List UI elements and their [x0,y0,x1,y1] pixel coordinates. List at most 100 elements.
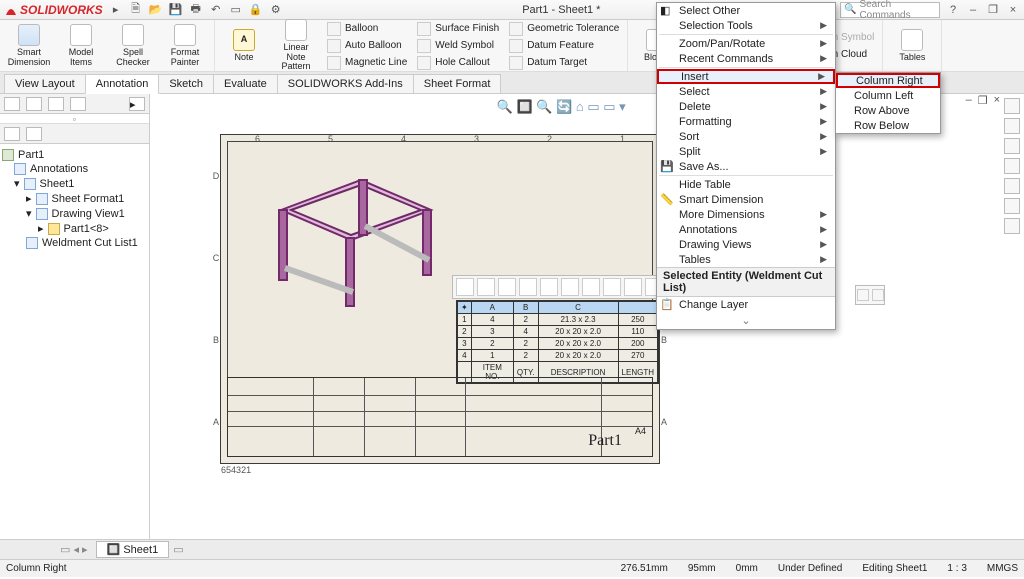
auto-balloon-button[interactable]: Auto Balloon [325,38,409,54]
design-library-icon[interactable] [1004,138,1020,154]
drawing-canvas[interactable]: –❐× 🔍 🔲 🔍 🔄 ⌂ ▭ ▭ ▾ 654321 654321 DCBA D… [150,94,1024,539]
status-d3: 0mm [736,563,758,574]
feature-manager-tabs[interactable]: ▸ [0,94,149,114]
search-commands-input[interactable]: 🔍Search Commands [840,2,940,18]
tab-sheet-format[interactable]: Sheet Format [413,74,502,93]
ctx-zoom-pan-rotate[interactable]: Zoom/Pan/Rotate▶ [657,36,835,51]
ctx-drawing-views[interactable]: Drawing Views▶ [657,237,835,252]
weld-symbol-button[interactable]: Weld Symbol [415,38,501,54]
submenu-row-below[interactable]: Row Below [836,118,940,133]
ctx-sort[interactable]: Sort▶ [657,129,835,144]
format-painter-button[interactable]: Format Painter [162,24,208,67]
close-icon[interactable]: × [1006,3,1020,17]
datum-target-button[interactable]: Datum Target [507,55,621,71]
ctx-change-layer[interactable]: 📋Change Layer [657,297,835,312]
file-explorer-icon[interactable] [1004,158,1020,174]
heads-up-view-toolbar[interactable]: 🔍 🔲 🔍 🔄 ⌂ ▭ ▭ ▾ [497,99,626,115]
datum-feature-button[interactable]: Datum Feature [507,38,621,54]
ctx-annotations[interactable]: Annotations▶ [657,222,835,237]
drawing-view-model[interactable] [241,160,451,340]
custom-props-icon[interactable] [1004,218,1020,234]
tree-sheet-format[interactable]: ▸Sheet Format1 [2,191,147,206]
help-icon[interactable]: ? [946,3,960,17]
new-icon[interactable]: 🗎 [129,3,143,17]
resources-icon[interactable] [1004,118,1020,134]
ctx-recent-commands[interactable]: Recent Commands▶ [657,51,835,66]
inner-window-controls[interactable]: –❐× [966,94,1000,107]
rebuild-icon[interactable]: 🔒 [249,3,263,17]
appearances-icon[interactable] [1004,198,1020,214]
tab-view-layout[interactable]: View Layout [4,74,86,93]
sheet-tab-1[interactable]: 🔲 Sheet1 [96,541,170,558]
note-button[interactable]: ANote [221,29,267,62]
options-icon[interactable]: ⚙ [269,3,283,17]
tables-button[interactable]: Tables [889,29,935,62]
drawing-sheet[interactable]: 654321 654321 DCBA DCBA [220,134,660,464]
tab-addins[interactable]: SOLIDWORKS Add-Ins [277,74,414,93]
tree-sheet1[interactable]: ▾Sheet1 [2,176,147,191]
spell-checker-button[interactable]: Spell Checker [110,24,156,67]
add-sheet-icon[interactable]: ▭ [173,543,183,556]
ctx-hide-table[interactable]: Hide Table [657,177,835,192]
save-icon[interactable]: 💾 [169,3,183,17]
feature-manager-secondary-tabs[interactable] [0,124,149,144]
status-defined: Under Defined [778,563,842,574]
tree-part-ref[interactable]: ▸Part1<8> [2,221,147,236]
balloon-button[interactable]: Balloon [325,21,409,37]
tab-sketch[interactable]: Sketch [158,74,214,93]
tab-evaluate[interactable]: Evaluate [213,74,278,93]
ctx-save-as[interactable]: 💾Save As... [657,159,835,174]
status-scale[interactable]: 1 : 3 [947,563,966,574]
menu-expand-icon[interactable]: ▸ [109,3,123,17]
weldment-cut-list-table[interactable]: ✦ABC 14221.3 x 2.3250 23420 x 20 x 2.011… [456,300,659,384]
ctx-selection-tools[interactable]: Selection Tools▶ [657,18,835,33]
ctx-section-header: Selected Entity (Weldment Cut List) [657,267,835,297]
title-block-partname: Part1 [588,432,622,450]
tab-annotation[interactable]: Annotation [85,74,160,94]
title-block[interactable]: Part1 A4 [227,377,653,457]
minimize-icon[interactable]: – [966,3,980,17]
model-items-button[interactable]: Model Items [58,24,104,67]
ribbon: Smart Dimension Model Items Spell Checke… [0,20,1024,72]
task-pane-tabs[interactable] [1004,98,1022,234]
submenu-column-right[interactable]: Column Right [836,73,940,88]
restore-icon[interactable]: ❐ [986,3,1000,17]
smart-dimension-button[interactable]: Smart Dimension [6,24,52,67]
status-units-button[interactable]: MMGS [987,563,1018,574]
magnetic-line-button[interactable]: Magnetic Line [325,55,409,71]
title-bar: SOLIDWORKS ▸ 🗎 📂 💾 🖶 ↶ ▭ 🔒 ⚙ Part1 - She… [0,0,1024,20]
main-area: ▸ ◦ Part1 Annotations ▾Sheet1 ▸Sheet For… [0,94,1024,539]
surface-finish-button[interactable]: Surface Finish [415,21,501,37]
align-left-icon[interactable] [456,278,474,296]
geometric-tolerance-button[interactable]: Geometric Tolerance [507,21,621,37]
ctx-tables[interactable]: Tables▶ [657,252,835,267]
feature-tree[interactable]: Part1 Annotations ▾Sheet1 ▸Sheet Format1… [0,144,149,539]
ctx-expand-icon[interactable]: ⌄ [657,312,835,329]
tree-weldment-cut-list[interactable]: Weldment Cut List1 [2,236,147,250]
tree-root[interactable]: Part1 [2,148,147,162]
ctx-select-other[interactable]: ◧Select Other [657,3,835,18]
table-side-toolbar[interactable] [855,285,885,305]
ctx-split[interactable]: Split▶ [657,144,835,159]
hole-callout-button[interactable]: Hole Callout [415,55,501,71]
view-palette-icon[interactable] [1004,178,1020,194]
status-bar: Column Right 276.51mm 95mm 0mm Under Def… [0,559,1024,577]
print-icon[interactable]: 🖶 [189,3,203,17]
ctx-smart-dimension[interactable]: 📏Smart Dimension [657,192,835,207]
ctx-insert[interactable]: Insert▶ [657,69,835,84]
home-icon[interactable] [1004,98,1020,114]
submenu-column-left[interactable]: Column Left [836,88,940,103]
undo-icon[interactable]: ↶ [209,3,223,17]
tree-annotations[interactable]: Annotations [2,162,147,176]
linear-note-pattern-button[interactable]: Linear Note Pattern [273,19,319,71]
sheet-tabs: ▭ ◂ ▸ 🔲 Sheet1 ▭ [0,539,1024,559]
ctx-delete[interactable]: Delete▶ [657,99,835,114]
submenu-row-above[interactable]: Row Above [836,103,940,118]
tree-drawing-view[interactable]: ▾Drawing View1 [2,206,147,221]
ctx-select[interactable]: Select▶ [657,84,835,99]
ctx-more-dimensions[interactable]: More Dimensions▶ [657,207,835,222]
ctx-formatting[interactable]: Formatting▶ [657,114,835,129]
title-block-size: A4 [635,426,646,436]
open-icon[interactable]: 📂 [149,3,163,17]
select-icon[interactable]: ▭ [229,3,243,17]
